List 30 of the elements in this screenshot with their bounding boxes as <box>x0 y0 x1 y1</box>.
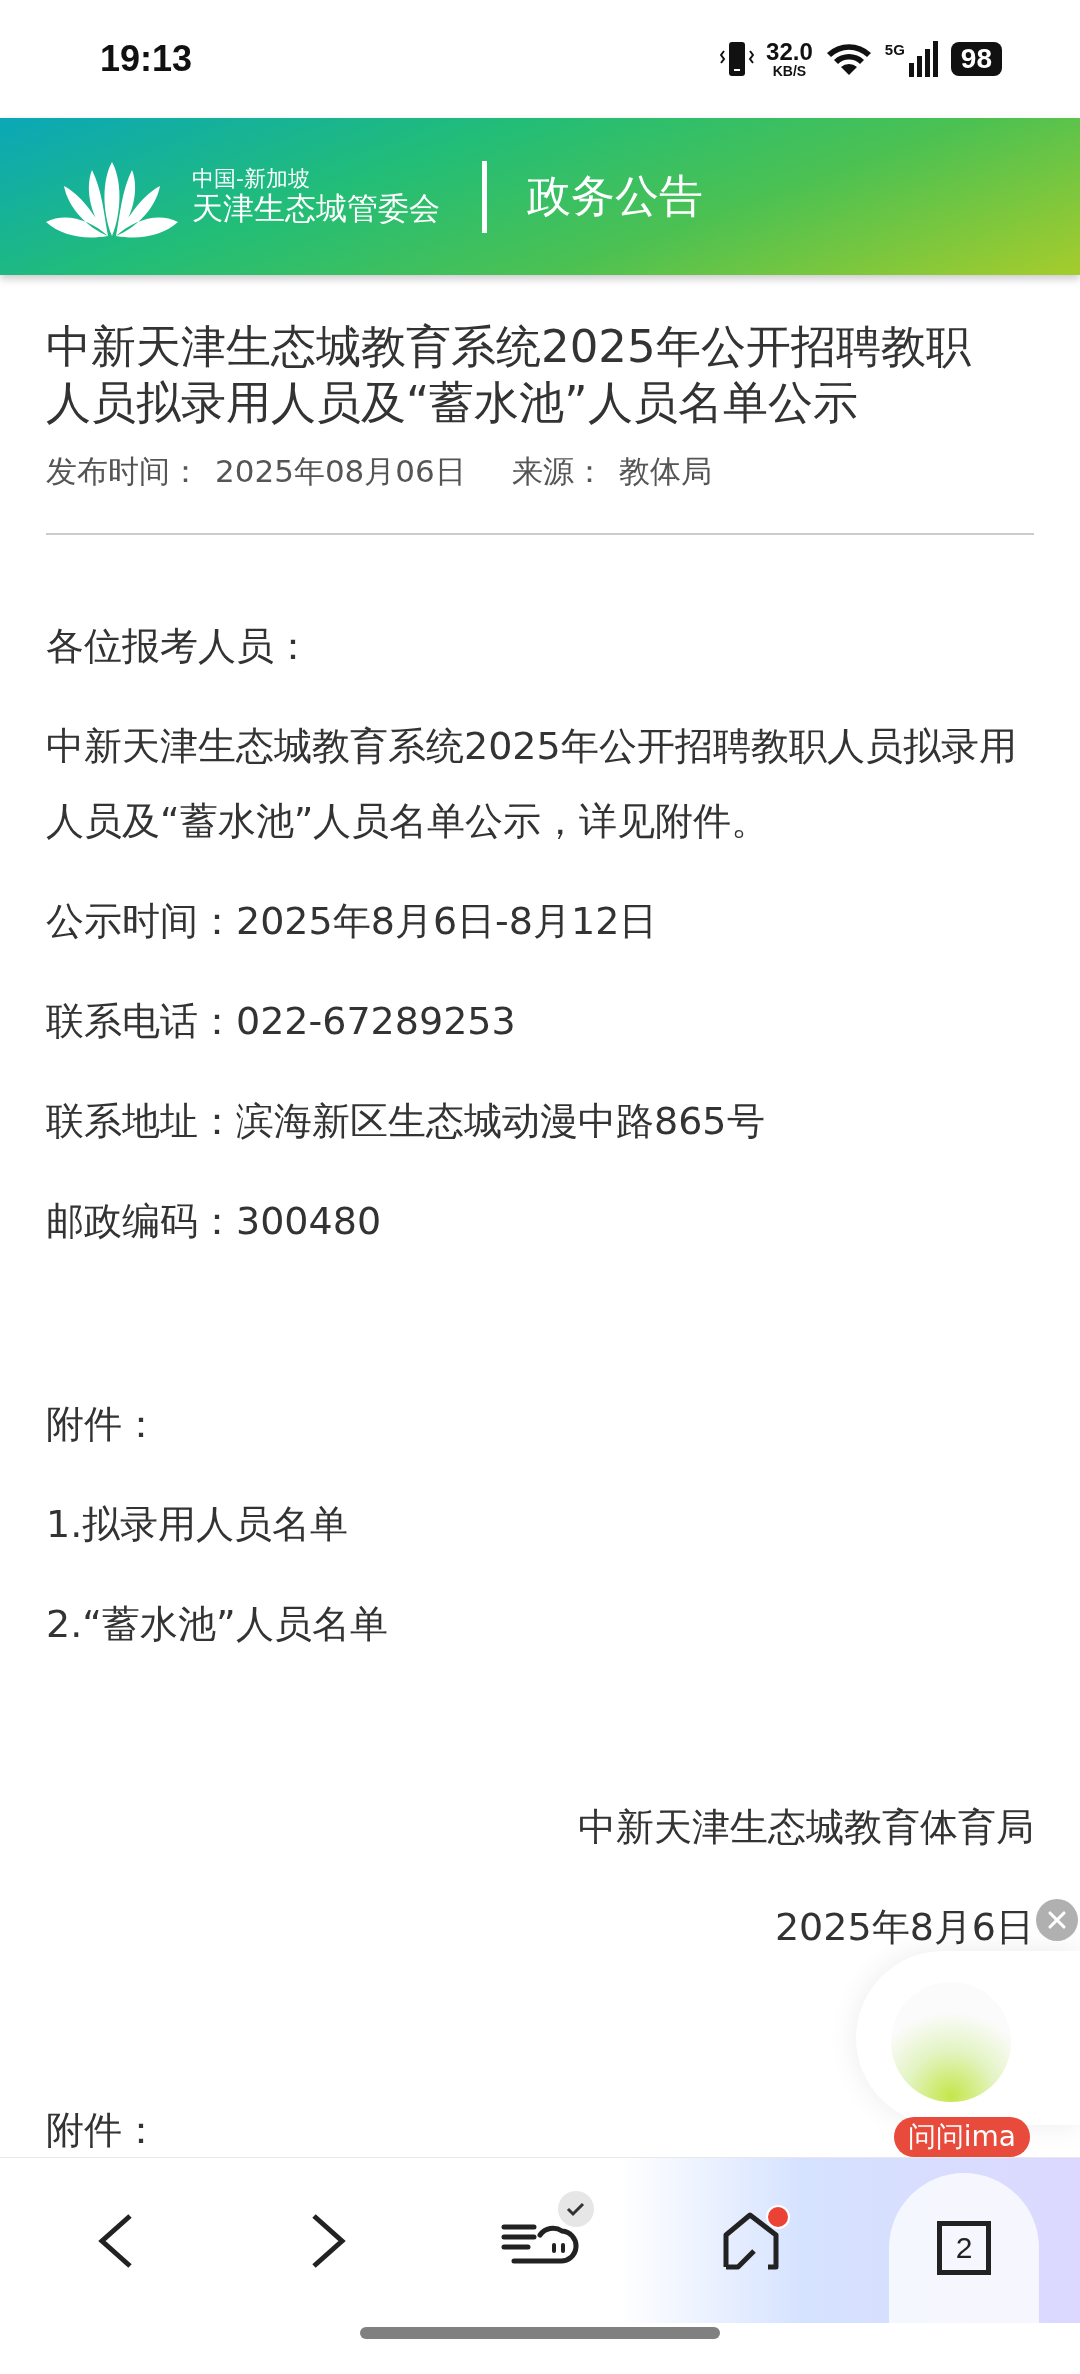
close-icon[interactable] <box>1036 1899 1078 1941</box>
section-title: 政务公告 <box>527 169 703 223</box>
meta-value: 2025年08月06日 <box>215 452 466 491</box>
body-text: 2.“蓄水池”人员名单 <box>46 1601 388 1648</box>
body-text: 联系地址：滨海新区生态城动漫中路865号 <box>46 1098 765 1145</box>
body-text: 各位报考人员： <box>46 623 312 670</box>
body-text: 中新天津生态城教育体育局 <box>578 1804 1034 1851</box>
body-text: 公示时间：2025年8月6日-8月12日 <box>46 898 658 945</box>
battery-level: 98 <box>950 42 1002 76</box>
article-title: 中新天津生态城教育系统2025年公开招聘教职人员拟录用人员及“蓄水池”人员名单公示 <box>46 319 972 431</box>
vibrate-icon <box>720 39 755 79</box>
body-text: 1.拟录用人员名单 <box>46 1501 349 1548</box>
tabs-button[interactable]: 2 <box>889 2173 1039 2323</box>
network-type: 5G <box>884 41 905 58</box>
speed-unit: KB/S <box>772 64 807 78</box>
status-time: 19:13 <box>100 38 193 80</box>
signal-icon <box>908 41 939 77</box>
meta-value: 教体局 <box>618 452 712 491</box>
org-name: 天津生态城管委会 <box>192 191 440 227</box>
assistant-label[interactable]: 问问ima <box>893 2117 1030 2157</box>
body-text: 中新天津生态城教育系统2025年公开招聘教职人员拟录用人员及“蓄水池”人员名单公示，详见附件。 <box>46 723 1018 845</box>
body-text: 附件： <box>46 2107 160 2154</box>
meta-label: 来源： <box>511 452 605 491</box>
body-text: 邮政编码：300480 <box>46 1198 382 1245</box>
network-speed: 32.0 <box>766 40 813 64</box>
body-text: 联系电话：022-67289253 <box>46 998 516 1045</box>
meta-label: 发布时间： <box>46 452 201 491</box>
body-text: 2025年8月6日 <box>774 1904 1034 1951</box>
body-text: 附件： <box>46 1401 160 1448</box>
org-subtitle: 中国-新加坡 <box>192 166 311 192</box>
